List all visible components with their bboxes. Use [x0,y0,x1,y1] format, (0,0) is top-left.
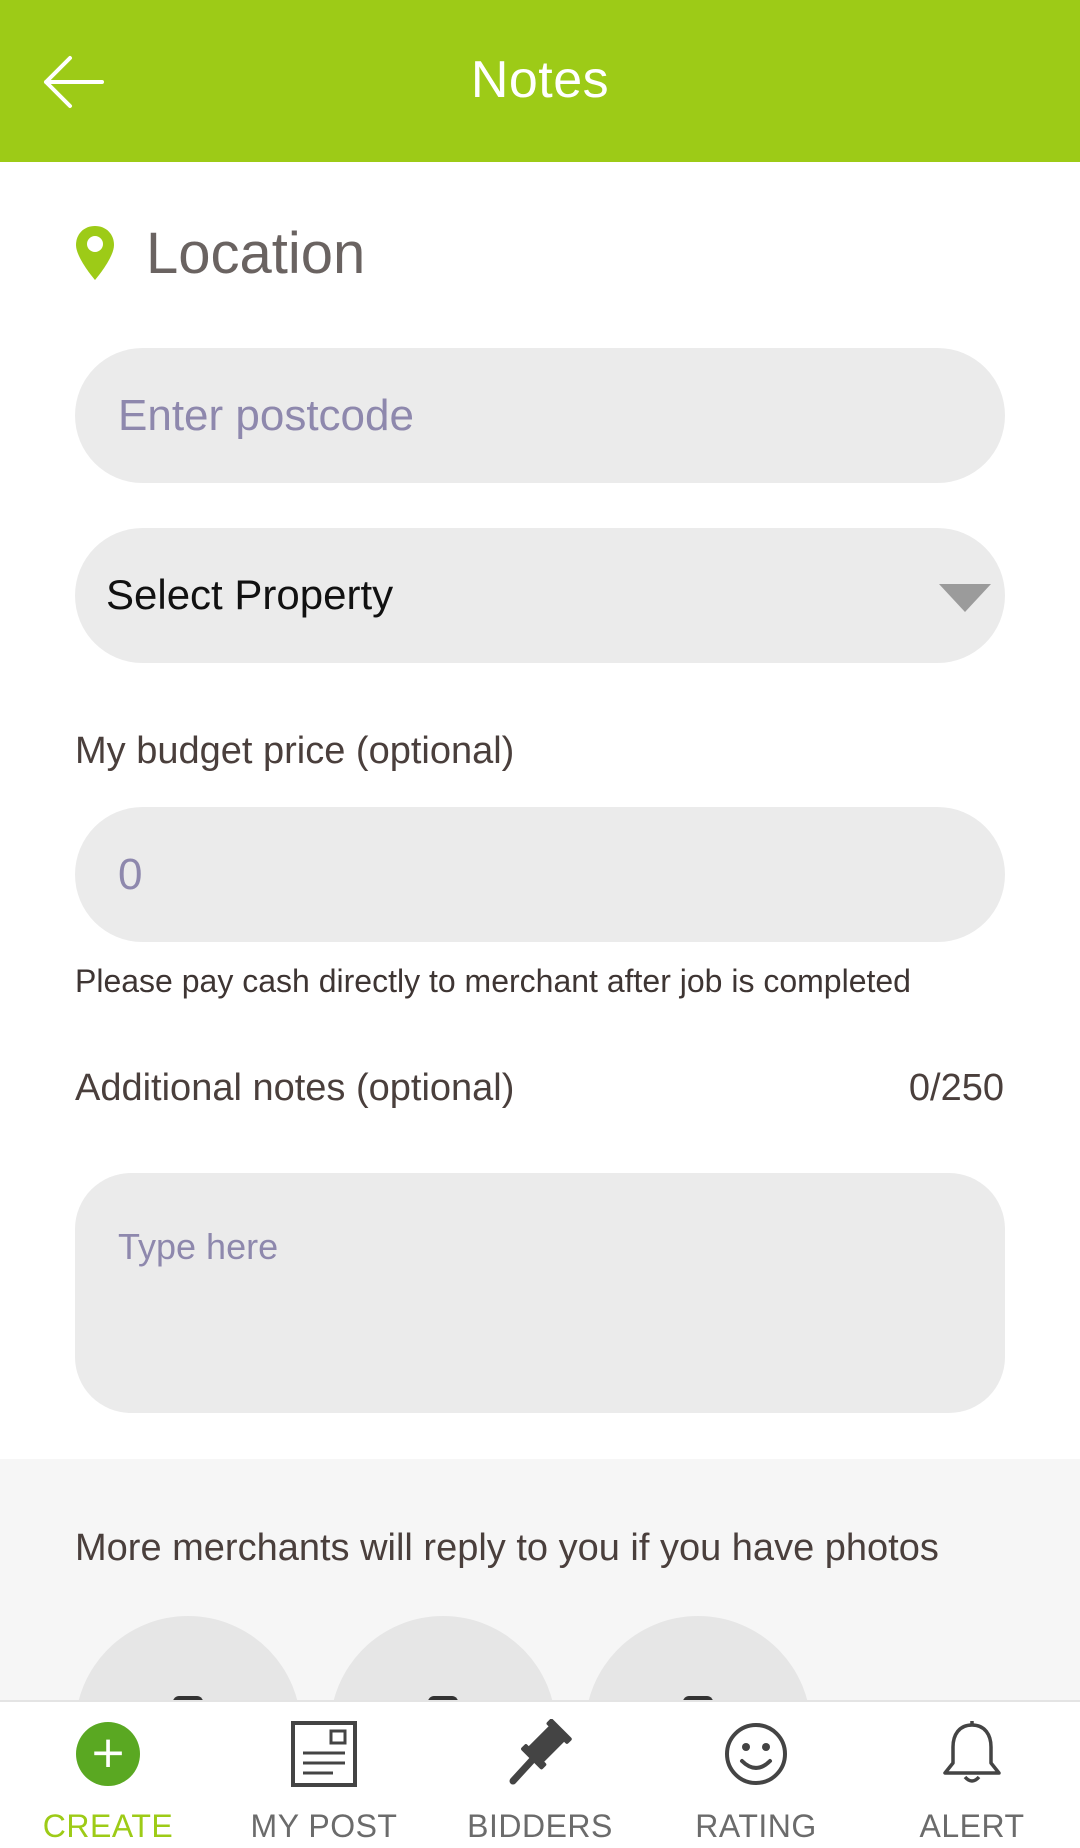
photos-section: More merchants will reply to you if you … [0,1459,1080,1701]
add-photo-button[interactable] [330,1616,556,1701]
nav-rating-label: RATING [695,1808,817,1844]
add-photo-button[interactable] [75,1616,301,1701]
location-heading: Location [74,218,365,288]
header-bar: Notes [0,0,1080,162]
bell-icon [943,1721,1001,1783]
nav-bidders-label: BIDDERS [467,1808,613,1844]
location-title: Location [146,220,366,286]
budget-label: My budget price (optional) [75,730,515,772]
gavel-icon [509,1719,572,1785]
bottom-navigation: + CREATE MY POST BIDDERS RATING ALERT [0,1700,1080,1848]
property-select-label: Select Property [106,571,394,618]
notes-label: Additional notes (optional) [75,1067,515,1109]
page-title: Notes [470,51,610,109]
location-pin-icon [76,226,114,280]
payment-note: Please pay cash directly to merchant aft… [75,963,911,999]
nav-bidders[interactable]: BIDDERS [432,1702,648,1848]
notes-screen: Notes Location Select Property My budget… [0,0,1080,1848]
nav-my-post[interactable]: MY POST [216,1702,432,1848]
add-photo-button[interactable] [585,1616,811,1701]
nav-create[interactable]: + CREATE [0,1702,216,1848]
nav-my-post-label: MY POST [250,1808,398,1844]
nav-alert-label: ALERT [919,1808,1025,1844]
nav-create-label: CREATE [42,1808,174,1844]
character-counter: 0/250 [908,1067,1004,1109]
budget-input[interactable] [75,807,1005,942]
property-select[interactable]: Select Property [75,528,1005,663]
photos-hint: More merchants will reply to you if you … [75,1527,939,1569]
smiley-icon [725,1723,787,1785]
notes-textarea[interactable] [75,1173,1005,1413]
dropdown-arrow-icon [939,584,991,612]
plus-icon: + [76,1722,140,1786]
postcode-input[interactable] [75,348,1005,483]
nav-alert[interactable]: ALERT [864,1702,1080,1848]
nav-rating[interactable]: RATING [648,1702,864,1848]
post-icon [291,1721,357,1787]
